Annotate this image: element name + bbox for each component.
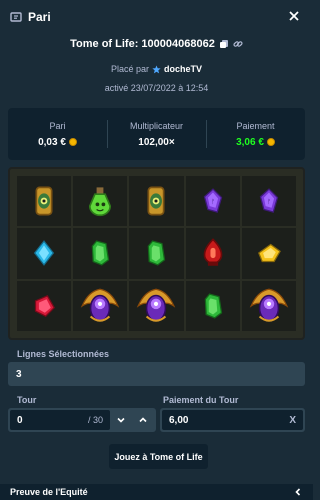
scarab-wild-icon bbox=[135, 285, 177, 327]
tour-input-box[interactable]: 0 / 30 bbox=[10, 410, 110, 430]
yellow-gem-icon bbox=[252, 236, 286, 270]
bet-id-line: Tome of Life: 100004068062 bbox=[0, 38, 313, 50]
stat-payout-label: Paiement bbox=[236, 120, 275, 131]
scarab-wild-icon bbox=[79, 285, 121, 327]
stat-multiplier-label: Multiplicateur bbox=[129, 120, 184, 131]
placed-by-label: Placé par bbox=[110, 64, 149, 74]
tour-decrement-button[interactable] bbox=[110, 410, 132, 430]
payout-tour-input-box[interactable]: 6,00 X bbox=[162, 410, 303, 430]
chevron-down-icon bbox=[117, 417, 125, 423]
slot-cell bbox=[17, 280, 72, 331]
chevron-left-icon[interactable] bbox=[293, 487, 303, 497]
tour-label: Tour bbox=[17, 395, 37, 405]
bet-id-text: Tome of Life: 100004068062 bbox=[70, 38, 215, 50]
purple-gem-icon: ᚠ bbox=[252, 184, 286, 218]
stat-multiplier-value: 102,00× bbox=[138, 136, 175, 148]
slot-cell bbox=[129, 176, 184, 227]
payout-tour-unit: X bbox=[289, 414, 296, 426]
tour-field[interactable]: 0 / 30 bbox=[8, 408, 156, 432]
slot-cell: ᚠ bbox=[185, 176, 240, 227]
tour-suffix: / 30 bbox=[87, 415, 103, 425]
slot-cell bbox=[73, 176, 128, 227]
slot-cell bbox=[129, 228, 184, 279]
scarab-wild-icon bbox=[248, 285, 290, 327]
stat-multiplier: Multiplicateur 102,00× bbox=[107, 108, 206, 160]
coin-icon bbox=[266, 138, 275, 146]
green-gem-icon bbox=[196, 289, 230, 323]
ticket-icon bbox=[10, 11, 22, 23]
slot-board: ᚠᚠ bbox=[8, 167, 305, 340]
activated-timestamp: activé 23/07/2022 à 12:54 bbox=[104, 83, 209, 93]
gold-eye-amulet-icon bbox=[139, 184, 173, 218]
lines-label: Lignes Sélectionnées bbox=[17, 349, 110, 359]
play-game-button[interactable]: Jouez à Tome of Life bbox=[109, 444, 208, 469]
tour-increment-button[interactable] bbox=[132, 410, 154, 430]
placed-by-line: Placé par docheTV bbox=[0, 64, 313, 74]
modal-title: Pari bbox=[28, 10, 51, 24]
vip-star-icon bbox=[152, 64, 161, 74]
stat-payout: Paiement 3,06 € bbox=[206, 108, 305, 160]
purple-gem-icon: ᚠ bbox=[196, 184, 230, 218]
stat-bet-label: Pari bbox=[49, 120, 66, 131]
tour-value: 0 bbox=[17, 414, 23, 426]
slot-cell bbox=[129, 280, 184, 331]
payout-tour-value: 6,00 bbox=[169, 414, 189, 426]
stat-bet-value-row: 0,03 € bbox=[38, 137, 77, 148]
slot-cell bbox=[241, 280, 296, 331]
stat-payout-value-row: 3,06 € bbox=[236, 137, 275, 148]
svg-text:ᚠ: ᚠ bbox=[267, 199, 271, 206]
blue-gem-icon bbox=[27, 236, 61, 270]
lines-selected-value: 3 bbox=[16, 368, 22, 380]
bet-stats-panel: Pari 0,03 € Multiplicateur 102,00× Paiem… bbox=[8, 108, 305, 160]
svg-text:ᚠ: ᚠ bbox=[211, 199, 215, 206]
payout-tour-label: Paiement du Tour bbox=[163, 395, 239, 405]
gold-eye-amulet-icon bbox=[27, 184, 61, 218]
slot-cell bbox=[17, 176, 72, 227]
copy-icon[interactable] bbox=[219, 39, 229, 49]
modal-header: Pari bbox=[0, 0, 313, 34]
green-gem-icon bbox=[139, 236, 173, 270]
slot-cell bbox=[17, 228, 72, 279]
red-lantern-icon bbox=[196, 236, 230, 270]
link-icon[interactable] bbox=[233, 39, 243, 49]
red-gem-icon bbox=[27, 289, 61, 323]
slot-cell bbox=[73, 280, 128, 331]
green-gem-icon bbox=[83, 236, 117, 270]
user-link[interactable]: docheTV bbox=[164, 64, 202, 74]
lines-selected-field: 3 bbox=[8, 362, 305, 386]
stat-bet-value: 0,03 € bbox=[38, 136, 66, 148]
slot-cell bbox=[185, 280, 240, 331]
slot-cell bbox=[73, 228, 128, 279]
payout-tour-field[interactable]: 6,00 X bbox=[160, 408, 305, 432]
close-icon[interactable] bbox=[287, 9, 301, 23]
chevron-up-icon bbox=[139, 417, 147, 423]
slot-cell bbox=[241, 228, 296, 279]
stat-payout-value: 3,06 € bbox=[236, 136, 264, 148]
fairness-label: Preuve de l'Equité bbox=[10, 487, 88, 497]
slot-grid: ᚠᚠ bbox=[17, 176, 296, 331]
slot-cell: ᚠ bbox=[241, 176, 296, 227]
fairness-footer[interactable]: Preuve de l'Equité bbox=[0, 484, 313, 500]
stat-bet: Pari 0,03 € bbox=[8, 108, 107, 160]
slot-cell bbox=[185, 228, 240, 279]
green-potion-icon bbox=[83, 184, 117, 218]
coin-icon bbox=[68, 138, 77, 146]
